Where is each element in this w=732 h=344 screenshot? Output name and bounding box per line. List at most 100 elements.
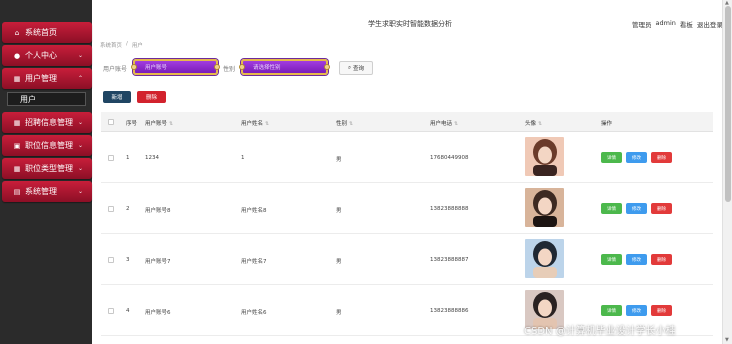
breadcrumb-current: 用户 [131, 43, 143, 49]
column-index-label: 序号 [126, 121, 138, 127]
account-placeholder: 用户账号 [145, 65, 168, 71]
grid-icon: ▦ [13, 74, 21, 83]
edit-button[interactable]: 修改 [626, 305, 647, 316]
gender-label: 性别 [223, 66, 236, 73]
sidebar-item-home[interactable]: ⌂ 系统首页 [2, 22, 92, 43]
delete-button[interactable]: 删除 [651, 305, 672, 316]
input-knob-left-icon [239, 64, 245, 70]
row-checkbox[interactable] [108, 155, 114, 161]
column-avatar[interactable]: 头像 ⇅ [525, 119, 542, 127]
sidebar-item-system[interactable]: ▤ 系统管理 ⌄ [2, 181, 92, 202]
detail-button[interactable]: 详情 [601, 254, 622, 265]
input-knob-right-icon [324, 64, 330, 70]
sidebar-subitem-user[interactable]: 用户 [7, 92, 86, 106]
chevron-down-icon: ⌄ [77, 165, 83, 172]
column-gender[interactable]: 性别 ⇅ [336, 119, 353, 127]
sidebar-item-positions[interactable]: ▣ 职位信息管理 ⌄ [2, 135, 92, 156]
sidebar: ⌂ 系统首页 ● 个人中心 ⌄ ▦ 用户管理 ⌃ 用户 ▦ 招聘信息管理 ⌄ ▣… [0, 0, 92, 344]
column-account[interactable]: 用户账号 ⇅ [145, 119, 173, 127]
cell-phone: 13823888888 [430, 206, 469, 212]
edit-button[interactable]: 修改 [626, 203, 647, 214]
column-account-label: 用户账号 [145, 121, 168, 127]
table-header: 序号 用户账号 ⇅ 用户姓名 ⇅ 性别 ⇅ 用户电话 ⇅ 头像 ⇅ 操作 [101, 112, 713, 132]
column-actions-label: 操作 [601, 121, 613, 127]
cell-phone: 13823888887 [430, 257, 469, 263]
sort-icon: ⇅ [454, 121, 459, 127]
detail-button[interactable]: 详情 [601, 152, 622, 163]
column-avatar-label: 头像 [525, 121, 537, 127]
breadcrumb-separator: / [126, 41, 128, 47]
cell-index: 2 [126, 206, 130, 212]
column-phone-label: 用户电话 [430, 121, 453, 127]
cell-account: 1234 [145, 155, 159, 161]
cell-index: 3 [126, 257, 130, 263]
column-index: 序号 [126, 119, 137, 127]
column-name[interactable]: 用户姓名 ⇅ [241, 119, 269, 127]
sidebar-item-profile[interactable]: ● 个人中心 ⌄ [2, 45, 92, 66]
sidebar-item-users[interactable]: ▦ 用户管理 ⌃ [2, 68, 92, 89]
chevron-down-icon: ⌄ [77, 142, 83, 149]
cell-account: 用户账号6 [145, 310, 171, 316]
account-search-input[interactable]: 用户账号 [131, 59, 220, 75]
sidebar-item-label: 职位信息管理 [25, 141, 73, 150]
cell-phone: 17680449908 [430, 155, 469, 161]
sort-icon: ⇅ [265, 121, 270, 127]
sidebar-item-label: 招聘信息管理 [25, 118, 73, 127]
detail-button[interactable]: 详情 [601, 305, 622, 316]
grid-icon: ▦ [13, 118, 21, 127]
cell-phone: 13823888886 [430, 308, 469, 314]
doc-icon: ▤ [13, 187, 21, 196]
sidebar-subitem-label: 用户 [20, 94, 36, 104]
breadcrumb-home[interactable]: 系统首页 [100, 41, 122, 49]
add-button[interactable]: 新增 [103, 91, 131, 103]
edit-button[interactable]: 修改 [626, 254, 647, 265]
logout-link[interactable]: 退出登录 [697, 19, 723, 29]
column-name-label: 用户姓名 [241, 121, 264, 127]
delete-button[interactable]: 删除 [651, 152, 672, 163]
cell-name: 1 [241, 155, 245, 161]
row-checkbox[interactable] [108, 257, 114, 263]
vertical-scrollbar[interactable]: ▲ ▼ [722, 0, 732, 344]
search-icon: ⌕ [347, 64, 352, 71]
person-icon: ● [13, 51, 21, 60]
row-checkbox[interactable] [108, 308, 114, 314]
cell-name: 用户姓名6 [241, 310, 267, 316]
edit-button[interactable]: 修改 [626, 152, 647, 163]
cell-gender: 男 [336, 259, 342, 265]
delete-button[interactable]: 删除 [651, 254, 672, 265]
watermark: CSDN @计算机毕业设计学长小桂 [524, 326, 676, 337]
sidebar-item-position-types[interactable]: ▦ 职位类型管理 ⌄ [2, 158, 92, 179]
sort-icon: ⇅ [349, 121, 354, 127]
home-icon: ⌂ [14, 28, 20, 37]
scroll-thumb[interactable] [725, 6, 731, 202]
cell-account: 用户账号7 [145, 259, 171, 265]
scroll-down-icon[interactable]: ▼ [725, 337, 729, 343]
table-row: 1 1234 1 男 17680449908 详情 修改 删除 [101, 133, 713, 183]
avatar [525, 137, 564, 176]
detail-button[interactable]: 详情 [601, 203, 622, 214]
briefcase-icon: ▣ [13, 141, 21, 150]
avatar [525, 239, 564, 278]
user-role: 管理员 [632, 21, 652, 29]
breadcrumb: 系统首页 / 用户 [100, 41, 143, 49]
input-knob-left-icon [131, 64, 137, 70]
delete-button[interactable]: 删除 [651, 203, 672, 214]
chevron-up-icon: ⌃ [77, 75, 83, 82]
dashboard-link[interactable]: 看板 [680, 19, 693, 29]
sidebar-item-recruitment[interactable]: ▦ 招聘信息管理 ⌄ [2, 112, 92, 133]
app-title: 学生求职实时智能数据分析 [368, 20, 452, 28]
row-checkbox[interactable] [108, 206, 114, 212]
query-button[interactable]: ⌕ 查询 [339, 61, 373, 75]
sort-icon: ⇅ [169, 121, 174, 127]
cell-gender: 男 [336, 208, 342, 214]
cell-name: 用户姓名8 [241, 208, 267, 214]
sidebar-item-label: 职位类型管理 [25, 164, 73, 173]
chevron-down-icon: ⌄ [77, 188, 83, 195]
batch-delete-button[interactable]: 删除 [137, 91, 166, 103]
column-gender-label: 性别 [336, 121, 348, 127]
column-phone[interactable]: 用户电话 ⇅ [430, 119, 458, 127]
header-user-area: 管理员 admin 看板 退出登录 [632, 19, 723, 29]
sidebar-item-label: 个人中心 [25, 51, 57, 60]
gender-select[interactable]: 请选择性别 [239, 59, 330, 75]
select-all-checkbox[interactable] [108, 119, 114, 125]
